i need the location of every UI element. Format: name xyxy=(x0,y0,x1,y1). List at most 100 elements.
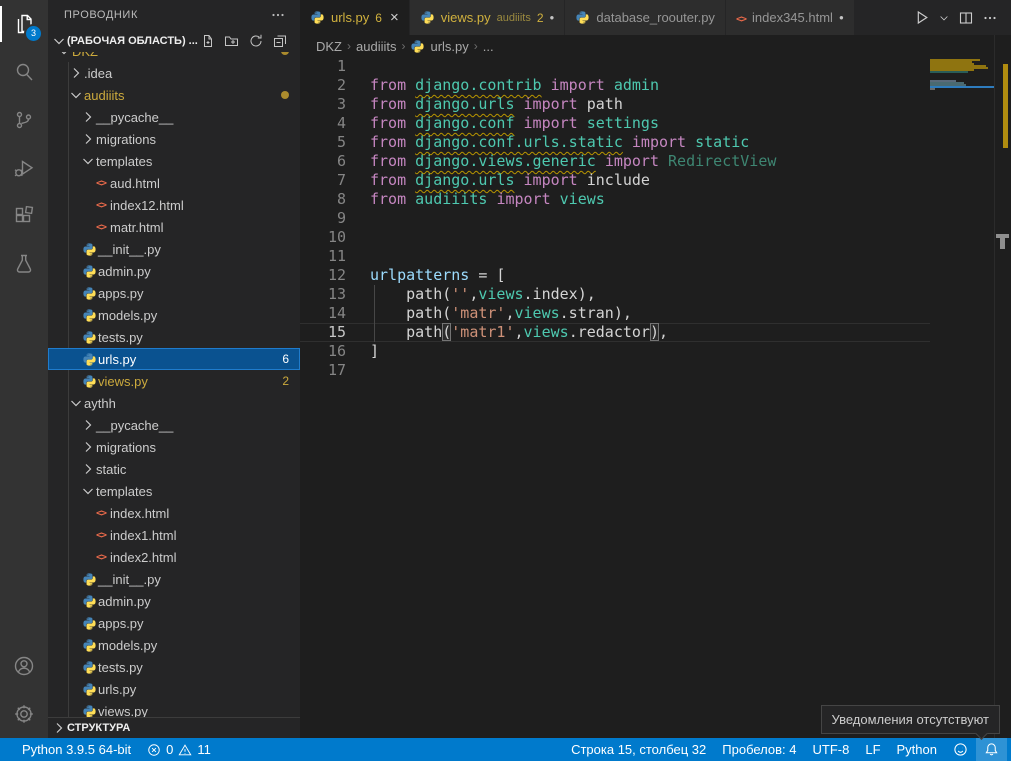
status-indentation[interactable]: Пробелов: 4 xyxy=(714,738,804,761)
interpreter-label: Python 3.9.5 64-bit xyxy=(22,742,131,757)
tree-item-__pycache__[interactable]: __pycache__ xyxy=(48,414,300,436)
tree-item-__init__.py[interactable]: __init__.py xyxy=(48,238,300,260)
status-feedback[interactable] xyxy=(945,738,976,761)
explorer-more-actions-icon[interactable] xyxy=(270,7,286,23)
refresh-icon[interactable] xyxy=(248,33,264,49)
activity-source-control[interactable] xyxy=(0,96,48,144)
tree-item-apps.py[interactable]: apps.py xyxy=(48,282,300,304)
tree-item-static[interactable]: static xyxy=(48,458,300,480)
status-language[interactable]: Python xyxy=(889,738,945,761)
workspace-section-header[interactable]: (РАБОЧАЯ ОБЛАСТЬ) ... xyxy=(48,30,300,52)
tree-item-migrations[interactable]: migrations xyxy=(48,436,300,458)
feedback-icon xyxy=(953,742,968,757)
code-line-13[interactable]: 13 path('',views.index), xyxy=(300,285,930,304)
code-line-7[interactable]: 7from django.urls import include xyxy=(300,171,930,190)
python-file-icon xyxy=(80,286,98,301)
code-line-4[interactable]: 4from django.conf import settings xyxy=(300,114,930,133)
code-line-15[interactable]: 15 path('matr1',views.redactor), xyxy=(300,323,930,342)
modified-dot xyxy=(281,91,289,99)
activity-search[interactable] xyxy=(0,48,48,96)
code-line-10[interactable]: 10 xyxy=(300,228,930,247)
split-editor-icon[interactable] xyxy=(955,7,977,29)
activity-run-debug[interactable] xyxy=(0,144,48,192)
code-line-9[interactable]: 9 xyxy=(300,209,930,228)
new-file-icon[interactable] xyxy=(200,33,216,49)
tree-item-templates[interactable]: templates xyxy=(48,150,300,172)
run-icon[interactable] xyxy=(910,6,933,29)
python-file-icon xyxy=(575,10,590,25)
breadcrumb-item[interactable]: ... xyxy=(483,39,494,54)
activity-testing[interactable] xyxy=(0,240,48,288)
tab-database_roouter.py[interactable]: database_roouter.py xyxy=(565,0,726,35)
status-eol[interactable]: LF xyxy=(857,738,888,761)
tree-item-audiiits[interactable]: audiiits xyxy=(48,84,300,106)
tree-item-DKZ[interactable]: DKZ xyxy=(48,52,300,62)
status-bar-right: Строка 15, столбец 32 Пробелов: 4 UTF-8 … xyxy=(563,738,1007,761)
tree-item-models.py[interactable]: models.py xyxy=(48,634,300,656)
status-encoding[interactable]: UTF-8 xyxy=(805,738,858,761)
tree-item-__init__.py[interactable]: __init__.py xyxy=(48,568,300,590)
html-file-icon: <> xyxy=(92,508,110,519)
tree-item-urls.py[interactable]: urls.py6 xyxy=(48,348,300,370)
python-file-icon xyxy=(80,264,98,279)
code-line-14[interactable]: 14 path('matr',views.stran), xyxy=(300,304,930,323)
code-line-text: from audiiits import views xyxy=(346,190,605,209)
run-dropdown-icon[interactable] xyxy=(935,9,953,27)
status-python-interpreter[interactable]: Python 3.9.5 64-bit xyxy=(14,738,139,761)
tree-item-urls.py[interactable]: urls.py xyxy=(48,678,300,700)
breadcrumb-item[interactable]: DKZ xyxy=(316,39,342,54)
close-icon[interactable]: × xyxy=(390,10,399,25)
activity-settings[interactable] xyxy=(0,690,48,738)
breadcrumb-item[interactable]: urls.py xyxy=(430,39,468,54)
html-file-icon: <> xyxy=(92,552,110,563)
tree-item-index12.html[interactable]: <>index12.html xyxy=(48,194,300,216)
status-notifications-bell[interactable] xyxy=(976,738,1007,761)
tree-item-views.py[interactable]: views.py xyxy=(48,700,300,718)
code-line-6[interactable]: 6from django.views.generic import Redire… xyxy=(300,152,930,171)
tree-item-admin.py[interactable]: admin.py xyxy=(48,590,300,612)
code-line-3[interactable]: 3from django.urls import path xyxy=(300,95,930,114)
tree-item-tests.py[interactable]: tests.py xyxy=(48,326,300,348)
code-line-11[interactable]: 11 xyxy=(300,247,930,266)
tree-item-models.py[interactable]: models.py xyxy=(48,304,300,326)
tree-item-index2.html[interactable]: <>index2.html xyxy=(48,546,300,568)
tree-item-admin.py[interactable]: admin.py xyxy=(48,260,300,282)
minimap[interactable] xyxy=(930,57,994,187)
activity-extensions[interactable] xyxy=(0,192,48,240)
activity-explorer[interactable]: 3 xyxy=(0,0,48,48)
tree-item-migrations[interactable]: migrations xyxy=(48,128,300,150)
code-line-8[interactable]: 8from audiiits import views xyxy=(300,190,930,209)
testing-icon xyxy=(12,252,36,276)
html-file-icon: <> xyxy=(92,222,110,233)
tree-item-.idea[interactable]: .idea xyxy=(48,62,300,84)
tree-item-templates[interactable]: templates xyxy=(48,480,300,502)
tree-item-aythh[interactable]: aythh xyxy=(48,392,300,414)
code-line-16[interactable]: 16] xyxy=(300,342,930,361)
code-line-17[interactable]: 17 xyxy=(300,361,930,380)
code-line-2[interactable]: 2from django.contrib import admin xyxy=(300,76,930,95)
tree-item-matr.html[interactable]: <>matr.html xyxy=(48,216,300,238)
status-problems[interactable]: 0 11 xyxy=(139,738,219,761)
more-actions-icon[interactable] xyxy=(979,7,1001,29)
code-line-1[interactable]: 1 xyxy=(300,57,930,76)
tab-views.py[interactable]: views.pyaudiiits2● xyxy=(410,0,566,35)
breadcrumb-item[interactable]: audiiits xyxy=(356,39,396,54)
activity-account[interactable] xyxy=(0,642,48,690)
code-line-12[interactable]: 12urlpatterns = [ xyxy=(300,266,930,285)
new-folder-icon[interactable] xyxy=(224,33,240,49)
tree-item-index.html[interactable]: <>index.html xyxy=(48,502,300,524)
python-file-icon xyxy=(80,704,98,719)
tree-item-apps.py[interactable]: apps.py xyxy=(48,612,300,634)
code-editor[interactable]: 12from django.contrib import admin3from … xyxy=(300,57,1011,738)
outline-section-header[interactable]: СТРУКТУРА xyxy=(48,717,300,738)
status-cursor-position[interactable]: Строка 15, столбец 32 xyxy=(563,738,714,761)
tree-item-tests.py[interactable]: tests.py xyxy=(48,656,300,678)
tree-item-views.py[interactable]: views.py2 xyxy=(48,370,300,392)
tree-item-__pycache__[interactable]: __pycache__ xyxy=(48,106,300,128)
tree-item-aud.html[interactable]: <>aud.html xyxy=(48,172,300,194)
tab-urls.py[interactable]: urls.py6× xyxy=(300,0,410,35)
collapse-all-icon[interactable] xyxy=(272,33,288,49)
tab-index345.html[interactable]: <>index345.html● xyxy=(726,0,855,35)
code-line-5[interactable]: 5from django.conf.urls.static import sta… xyxy=(300,133,930,152)
tree-item-index1.html[interactable]: <>index1.html xyxy=(48,524,300,546)
